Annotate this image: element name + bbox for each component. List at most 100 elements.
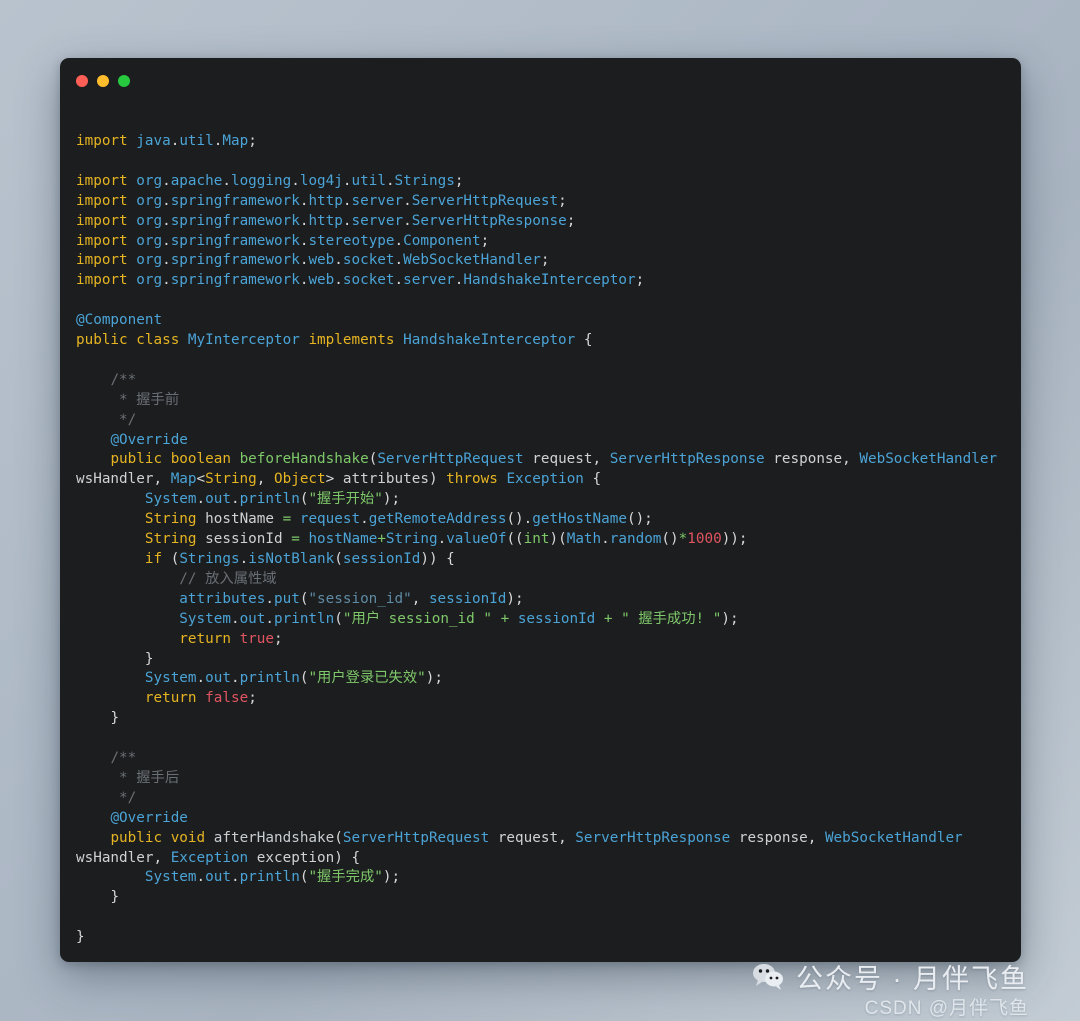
- code-token: .: [162, 193, 171, 209]
- code-token: [179, 332, 188, 348]
- code-token: System: [145, 670, 197, 686]
- code-token: String: [145, 531, 197, 547]
- code-token: "握手完成": [308, 869, 382, 885]
- code-token: logging: [231, 173, 291, 189]
- code-token: +: [501, 611, 510, 627]
- code-token: org: [136, 233, 162, 249]
- code-token: );: [506, 591, 523, 607]
- code-token: Object: [274, 471, 326, 487]
- code-token: ,: [558, 830, 575, 846]
- code-line: attributes.put("session_id", sessionId);: [76, 590, 1001, 610]
- code-token: ;: [248, 133, 257, 149]
- code-token: [231, 451, 240, 467]
- code-token: org: [136, 213, 162, 229]
- code-token: [128, 272, 137, 288]
- code-token: .: [395, 272, 404, 288]
- code-token: [128, 173, 137, 189]
- code-token: return: [179, 631, 231, 647]
- code-token: )) {: [420, 551, 454, 567]
- maximize-button[interactable]: [118, 75, 130, 87]
- code-token: [205, 830, 214, 846]
- code-token: org: [136, 173, 162, 189]
- code-token: [963, 830, 972, 846]
- code-token: }: [145, 651, 154, 667]
- code-token: [489, 830, 498, 846]
- code-line: System.out.println("握手完成");: [76, 868, 1001, 888]
- code-token: .: [291, 173, 300, 189]
- code-token: hostName: [205, 511, 274, 527]
- code-token: ;: [248, 690, 257, 706]
- code-token: "握手开始": [308, 491, 382, 507]
- code-token: WebSocketHandler: [859, 451, 997, 467]
- code-token: println: [240, 491, 300, 507]
- code-line: [76, 729, 1001, 749]
- code-token: .: [360, 511, 369, 527]
- minimize-button[interactable]: [97, 75, 109, 87]
- code-token: valueOf: [446, 531, 506, 547]
- traffic-lights: [76, 75, 130, 87]
- code-token: attributes: [343, 471, 429, 487]
- code-token: */: [119, 412, 136, 428]
- code-token: ((: [506, 531, 523, 547]
- code-token: class: [136, 332, 179, 348]
- code-token: (): [661, 531, 678, 547]
- code-token: throws: [446, 471, 498, 487]
- code-token: ;: [567, 213, 576, 229]
- code-token: sessionId: [429, 591, 506, 607]
- code-token: .: [197, 670, 206, 686]
- code-token: response: [739, 830, 808, 846]
- code-line: import java.util.Map;: [76, 132, 1001, 152]
- code-line: [76, 351, 1001, 371]
- code-token: */: [119, 790, 136, 806]
- code-token: void: [171, 830, 205, 846]
- code-token: attributes: [179, 591, 265, 607]
- code-token: @Component: [76, 312, 162, 328]
- code-token: .: [162, 213, 171, 229]
- code-token: println: [240, 869, 300, 885]
- code-token: ;: [541, 252, 550, 268]
- code-token: getRemoteAddress: [369, 511, 507, 527]
- code-token: {: [584, 471, 601, 487]
- code-token: }: [76, 929, 85, 945]
- code-token: ();: [627, 511, 653, 527]
- code-token: public: [76, 332, 128, 348]
- code-token: println: [240, 670, 300, 686]
- code-block[interactable]: import java.util.Map; import org.apache.…: [60, 104, 1021, 948]
- code-line: /**: [76, 371, 1001, 391]
- code-line: public class MyInterceptor implements Ha…: [76, 331, 1001, 351]
- close-button[interactable]: [76, 75, 88, 87]
- code-token: web: [308, 272, 334, 288]
- code-line: @Component: [76, 311, 1001, 331]
- code-token: ,: [808, 830, 825, 846]
- code-token: getHostName: [532, 511, 627, 527]
- code-line: System.out.println("用户 session_id " + se…: [76, 610, 1001, 630]
- code-token: server: [403, 272, 455, 288]
- code-token: ,: [593, 451, 610, 467]
- code-token: boolean: [171, 451, 231, 467]
- code-line: }: [76, 709, 1001, 729]
- code-line: * 握手后: [76, 769, 1001, 789]
- code-token: int: [524, 531, 550, 547]
- code-token: .: [386, 173, 395, 189]
- code-token: Exception: [171, 850, 248, 866]
- code-token: (: [334, 830, 343, 846]
- code-token: Exception: [506, 471, 583, 487]
- code-token: out: [205, 869, 231, 885]
- code-token: org: [136, 272, 162, 288]
- code-token: import: [76, 193, 128, 209]
- code-token: MyInterceptor: [188, 332, 300, 348]
- code-token: stereotype: [308, 233, 394, 249]
- code-token: request: [498, 830, 558, 846]
- code-token: {: [575, 332, 592, 348]
- code-token: }: [110, 710, 119, 726]
- code-line: [76, 152, 1001, 172]
- code-token: /**: [110, 750, 136, 766]
- code-token: wsHandler: [76, 850, 153, 866]
- code-token: )(: [550, 531, 567, 547]
- code-token: springframework: [171, 233, 300, 249]
- code-token: [595, 611, 604, 627]
- code-token: ) {: [334, 850, 360, 866]
- code-line: import org.springframework.stereotype.Co…: [76, 232, 1001, 252]
- code-token: System: [145, 491, 197, 507]
- code-token: println: [274, 611, 334, 627]
